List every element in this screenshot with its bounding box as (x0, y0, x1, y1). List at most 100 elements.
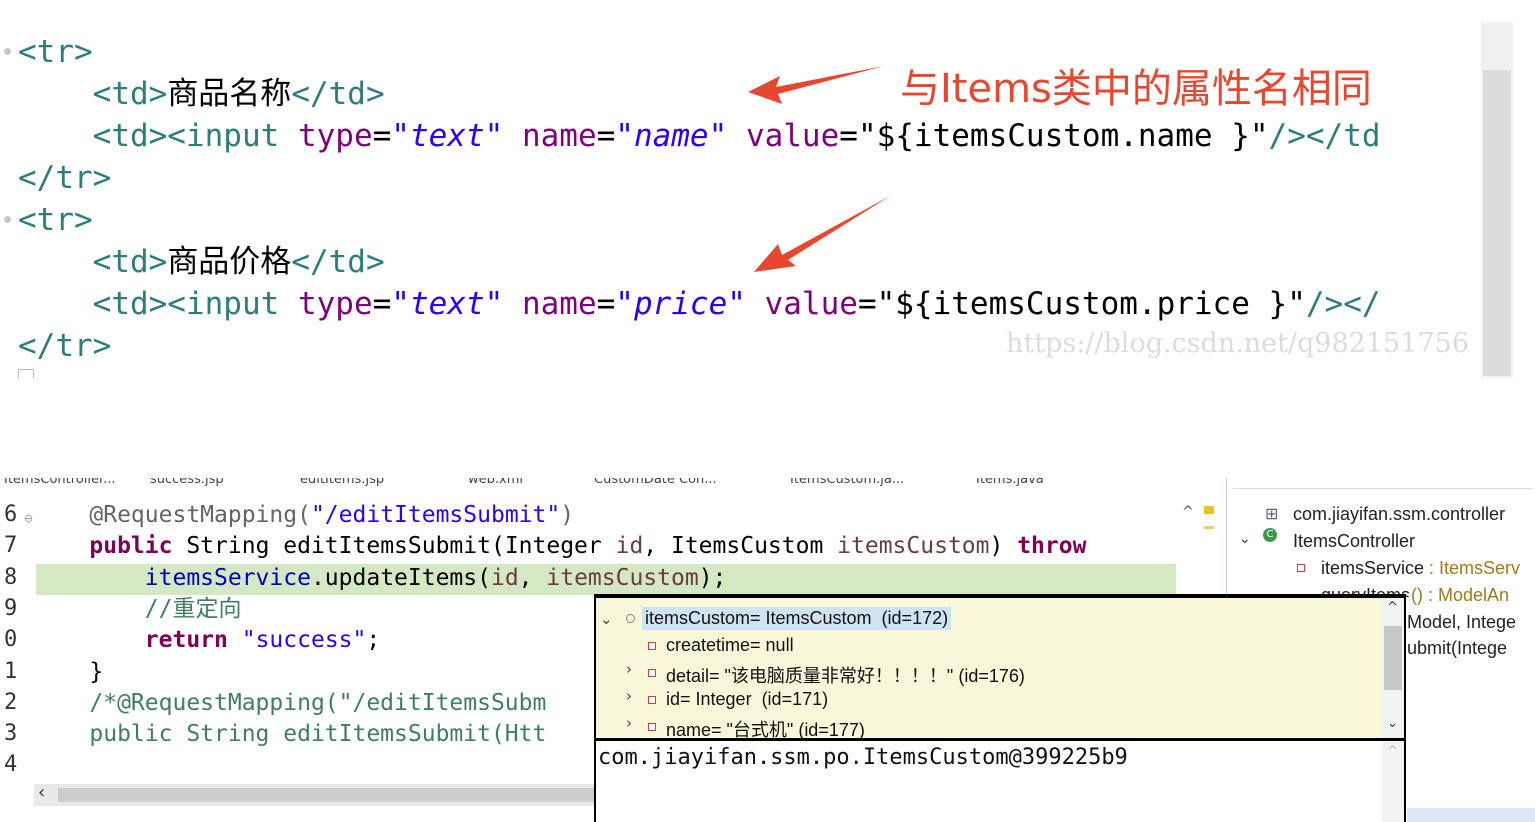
jsp-code-line: <td><input type="text" name="price" valu… (18, 283, 1381, 325)
tab-items-java[interactable]: Items.java (976, 478, 1044, 487)
jsp-code-token: type (297, 286, 373, 322)
line-number: 2 (4, 689, 18, 715)
line-number: 4 (4, 752, 18, 778)
java-code-token: , (518, 564, 547, 591)
java-code-token: , ItemsCustom (643, 533, 838, 560)
scroll-left-icon[interactable]: ‹ (38, 782, 45, 803)
jsp-code-token: <td><input (92, 118, 298, 154)
outline-package[interactable]: com.jiayifan.ssm.controller (1293, 504, 1505, 525)
annotation-label: 与Items类中的属性名相同 (900, 66, 1372, 112)
jsp-code-token: "text" (391, 118, 504, 154)
java-code-token: //重定向 (144, 595, 242, 622)
jsp-code-token: = (372, 286, 392, 322)
scroll-up-icon[interactable]: ^ (1387, 744, 1398, 759)
java-code-token (34, 533, 89, 559)
jsp-code-token: type (297, 118, 373, 154)
collapse-box-icon (18, 369, 34, 378)
jsp-code-token: value (764, 286, 858, 322)
tab-edititems-jsp[interactable]: editItems.jsp (300, 478, 384, 487)
java-code-token: id (615, 533, 644, 560)
java-code-line: //重定向 (34, 594, 242, 625)
package-icon: ⊞ (1265, 504, 1279, 523)
value-detail-pane[interactable]: com.jiayifan.ssm.po.ItemsCustom@399225b9 (596, 741, 1382, 822)
java-code-token: } (34, 658, 104, 685)
java-code-line: public String editItemsSubmit(Htt (34, 719, 546, 750)
tab-items-controller[interactable]: ItemsController... (4, 478, 116, 487)
tab-customdate-converter[interactable]: CustomDate Con... (594, 478, 717, 487)
jsp-code-token: 商品价格 (167, 244, 292, 280)
jsp-code-token: "name" (615, 118, 728, 154)
scrollbar-thumb[interactable] (1483, 70, 1511, 376)
jsp-code-token: "${itemsCustom.price }" (876, 286, 1306, 322)
variable-detail[interactable]: detail= "该电脑质量非常好！！！！" (id=176) (666, 662, 1025, 688)
fold-marker-icon[interactable] (4, 216, 11, 223)
scroll-up-icon[interactable]: ^ (1387, 600, 1398, 615)
jsp-code-token: <tr> (18, 34, 93, 70)
field-icon (648, 723, 656, 731)
overview-marker-icon (1204, 526, 1214, 529)
variable-name[interactable]: name= "台式机" (id=177) (666, 716, 865, 738)
chevron-right-icon[interactable]: › (626, 687, 632, 705)
java-code-token: public String editItemsSubmit(Htt (89, 721, 547, 748)
outline-class[interactable]: ItemsController (1293, 531, 1415, 552)
jsp-code-token: </tr> (18, 160, 112, 196)
line-number: 7 (4, 533, 18, 559)
chevron-right-icon[interactable]: › (626, 660, 632, 678)
java-code-token: itemsCustom (837, 533, 990, 560)
variable-root[interactable]: itemsCustom= ItemsCustom (id=172) (642, 607, 952, 630)
jsp-code-line: <tr> (18, 31, 93, 73)
java-code-token: itemsCustom (546, 564, 699, 591)
variable-createtime[interactable]: createtime= null (666, 635, 794, 656)
jsp-code-line: <td>商品价格</td> (18, 241, 385, 283)
jsp-code-token (18, 118, 93, 154)
tab-success-jsp[interactable]: success.jsp (150, 478, 224, 487)
jsp-code-token: </td> (291, 244, 385, 280)
scrollbar-thumb[interactable] (1384, 626, 1402, 690)
fold-marker-icon[interactable] (4, 48, 11, 55)
java-code-line: return "success"; (34, 625, 380, 656)
java-code-line: /*@RequestMapping("/editItemsSubm (34, 688, 546, 719)
jsp-code-token: = (839, 118, 858, 154)
eclipse-debug-view: ItemsController... success.jsp editItems… (0, 478, 1535, 822)
warning-marker-icon[interactable] (1204, 506, 1214, 514)
chevron-right-icon[interactable]: › (626, 714, 632, 732)
scroll-up-icon[interactable]: ^ (1182, 504, 1194, 520)
variable-icon (626, 614, 635, 623)
jsp-code-token: <td> (92, 244, 168, 280)
java-code-token: "/editItemsSubmit" (310, 502, 561, 528)
java-code-token: ) (560, 502, 575, 528)
jsp-code-token (746, 286, 765, 322)
jsp-code-token: 商品名称 (167, 76, 292, 112)
jsp-code-token: "price" (615, 286, 746, 322)
java-code-token: public (89, 533, 173, 560)
chevron-down-icon[interactable]: ⌄ (1239, 531, 1251, 547)
private-field-icon (1297, 564, 1305, 572)
jsp-code-token: <td> (92, 76, 168, 112)
editor-tab-strip: ItemsController... success.jsp editItems… (0, 478, 1222, 493)
variable-id[interactable]: id= Integer (id=171) (666, 689, 828, 710)
outline-field[interactable]: itemsService : ItemsServ (1321, 558, 1520, 579)
java-code-token (34, 690, 89, 716)
arrow-2-icon (754, 196, 890, 272)
jsp-code-line: </tr> (18, 325, 111, 367)
outline-header (1233, 478, 1533, 489)
value-detail-text: com.jiayifan.ssm.po.ItemsCustom@399225b9 (598, 745, 1128, 770)
outline-method-edititemssubmit[interactable]: ubmit(Intege (1407, 638, 1507, 659)
tab-web-xml[interactable]: web.xml (468, 478, 523, 487)
outline-method-edititems[interactable]: Model, Intege (1407, 612, 1516, 633)
scrollbar-thumb[interactable] (58, 788, 598, 802)
variable-tree[interactable]: ⌄ itemsCustom= ItemsCustom (id=172) crea… (596, 598, 1382, 738)
jsp-code-token: "${itemsCustom.name }" (857, 118, 1269, 154)
jsp-code-snippet: <tr> <td>商品名称</td> <td><input type="text… (0, 0, 1535, 378)
java-code-token: @RequestMapping( (89, 502, 311, 528)
java-code-token: id (490, 564, 519, 591)
jsp-code-token: /></td (1268, 118, 1381, 154)
jsp-code-token: /></ (1305, 286, 1381, 322)
line-number: 1 (4, 658, 18, 684)
scroll-down-icon[interactable]: ⌄ (1387, 716, 1398, 731)
chevron-down-icon[interactable]: ⌄ (600, 610, 613, 628)
tab-itemscustom-java[interactable]: ItemsCustom.ja... (790, 478, 904, 487)
jsp-code-token: </tr> (18, 328, 112, 364)
jsp-code-line: <td>商品名称</td> (18, 73, 385, 115)
field-icon (648, 642, 656, 650)
